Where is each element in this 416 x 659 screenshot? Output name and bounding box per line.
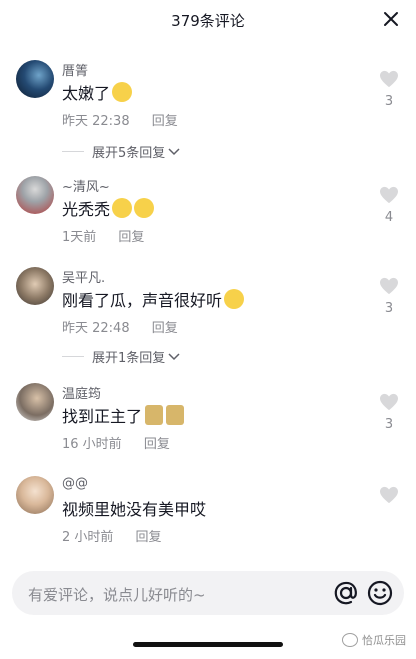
like-button[interactable] xyxy=(378,486,400,510)
avatar[interactable] xyxy=(16,476,54,514)
comment-text: 刚看了瓜，声音很好听 xyxy=(62,287,245,311)
heart-icon xyxy=(380,186,398,204)
emoji-icon xyxy=(112,82,133,102)
chevron-down-icon xyxy=(168,147,180,155)
avatar[interactable] xyxy=(16,383,54,421)
wechat-logo-icon xyxy=(342,633,358,647)
comment-meta: 昨天 22:38 回复 xyxy=(62,110,196,129)
heart-icon xyxy=(380,393,398,411)
like-count: 3 xyxy=(384,417,394,432)
expand-replies-label: 展开5条回复 xyxy=(92,146,166,161)
comment-username[interactable]: 吴平凡. xyxy=(62,267,105,286)
comment-input-placeholder[interactable]: 有爱评论，说点儿好听的~ xyxy=(28,584,206,605)
close-icon xyxy=(384,12,398,26)
emoji-icon xyxy=(224,289,245,309)
emoji-button[interactable] xyxy=(366,579,394,607)
heart-icon xyxy=(380,277,398,295)
sticker-icon xyxy=(145,405,164,425)
avatar[interactable] xyxy=(16,267,54,305)
watermark-text: 恰瓜乐园 xyxy=(362,634,406,647)
sticker-icon xyxy=(166,405,185,425)
heart-icon xyxy=(380,486,398,504)
home-indicator xyxy=(133,642,283,647)
expand-replies-button[interactable]: 展开1条回复 xyxy=(62,347,180,366)
comment-text: 找到正主了 xyxy=(62,403,185,427)
comment-username[interactable]: @@ xyxy=(62,476,88,491)
mention-button[interactable] xyxy=(332,579,360,607)
emoji-icon xyxy=(112,198,133,218)
comment-time: 2 小时前 xyxy=(62,530,114,545)
watermark: 恰瓜乐园 xyxy=(342,632,406,648)
like-button[interactable]: 4 xyxy=(378,186,400,225)
reply-button[interactable]: 回复 xyxy=(118,230,144,245)
like-count: 3 xyxy=(384,301,394,316)
reply-button[interactable]: 回复 xyxy=(136,530,162,545)
comment-username[interactable]: ~清风~ xyxy=(62,176,110,195)
comment-input-bar[interactable]: 有爱评论，说点儿好听的~ xyxy=(12,571,404,615)
reply-button[interactable]: 回复 xyxy=(152,114,178,129)
expand-replies-label: 展开1条回复 xyxy=(92,351,166,366)
comment-time: 16 小时前 xyxy=(62,437,122,452)
at-icon xyxy=(334,581,357,605)
chevron-down-icon xyxy=(168,352,180,360)
avatar[interactable] xyxy=(16,176,54,214)
comment-text: 太嫩了 xyxy=(62,80,133,104)
emoji-icon xyxy=(134,198,155,218)
avatar[interactable] xyxy=(16,60,54,98)
comment-count-title: 379条评论 xyxy=(171,12,245,30)
comment-meta: 昨天 22:48 回复 xyxy=(62,317,196,336)
like-count: 3 xyxy=(384,94,394,109)
comment-text: 光秃秃 xyxy=(62,196,155,220)
comment-meta: 1天前 回复 xyxy=(62,226,162,245)
like-button[interactable]: 3 xyxy=(378,393,400,432)
like-count: 4 xyxy=(384,210,394,225)
close-button[interactable] xyxy=(380,8,402,30)
comments-header: 379条评论 xyxy=(0,0,416,40)
divider xyxy=(62,151,84,152)
comment-username[interactable]: 厝箐 xyxy=(62,60,88,79)
comment-meta: 2 小时前 回复 xyxy=(62,526,180,545)
divider xyxy=(62,356,84,357)
like-button[interactable]: 3 xyxy=(378,277,400,316)
comment-time: 昨天 22:48 xyxy=(62,321,130,336)
like-button[interactable]: 3 xyxy=(378,70,400,109)
expand-replies-button[interactable]: 展开5条回复 xyxy=(62,142,180,161)
comment-time: 昨天 22:38 xyxy=(62,114,130,129)
heart-icon xyxy=(380,70,398,88)
comment-text: 视频里她没有美甲哎 xyxy=(62,500,207,519)
comment-meta: 16 小时前 回复 xyxy=(62,433,188,452)
smile-icon xyxy=(367,580,393,606)
comment-username[interactable]: 温庭筠 xyxy=(62,383,101,402)
comment-time: 1天前 xyxy=(62,230,97,245)
reply-button[interactable]: 回复 xyxy=(144,437,170,452)
reply-button[interactable]: 回复 xyxy=(152,321,178,336)
